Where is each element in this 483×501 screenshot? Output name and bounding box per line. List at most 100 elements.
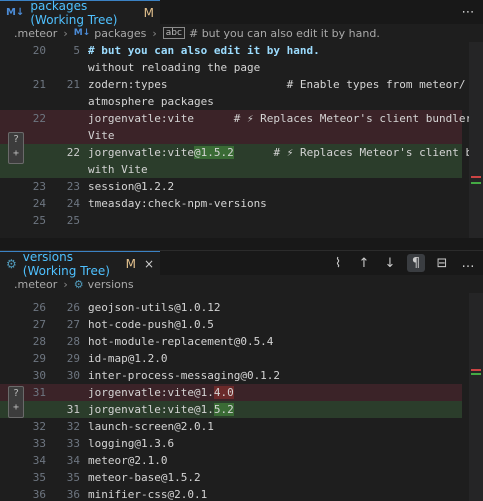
breadcrumb: .meteor › ⚙ versions (0, 275, 483, 293)
code-line[interactable]: 29 29 id-map@1.2.0 (0, 350, 462, 367)
modified-line-number: 27 (66, 318, 80, 331)
line-text: zodern:types # Enable types from meteor/ (88, 78, 466, 91)
revert-change-button[interactable]: ? + (8, 132, 24, 164)
modified-line-number: 21 (66, 78, 80, 91)
tab-packages[interactable]: M↓ packages (Working Tree) M (0, 0, 160, 27)
code-line[interactable]: 28 28 hot-module-replacement@0.5.4 (0, 333, 462, 350)
show-whitespace-icon[interactable]: ¶ (407, 254, 425, 272)
code-line[interactable]: 27 27 hot-code-push@1.0.5 (0, 316, 462, 333)
original-line-number: 31 (32, 386, 46, 399)
added-line[interactable]: with Vite (0, 161, 462, 178)
line-text: jorgenvatle:vite@1.5.2 # ⚡ Replaces Mete… (88, 146, 483, 159)
modified-line-number: 24 (66, 197, 80, 210)
breadcrumb-file[interactable]: versions (88, 278, 134, 291)
diff-editor-versions: ⚙ versions (Working Tree) M × ⌇ ↑ ↓ ¶ ⊟ … (0, 250, 483, 501)
modified-line-number: 25 (66, 214, 80, 227)
original-line-number: 35 (32, 471, 46, 484)
next-change-icon[interactable]: ↓ (381, 254, 399, 272)
tab-bar: M↓ packages (Working Tree) M ⋯ (0, 0, 483, 27)
line-text: jorgenvatle:vite@1.5.2 (88, 403, 234, 416)
removed-line[interactable]: 22 jorgenvatle:vite # ⚡ Replaces Meteor's… (0, 110, 483, 127)
line-text: tmeasday:check-npm-versions (88, 197, 267, 210)
tab-label: versions (Working Tree) (22, 250, 110, 278)
original-line-number: 28 (32, 335, 46, 348)
code-line[interactable]: 32 32 launch-screen@2.0.1 (0, 418, 462, 435)
line-text: jorgenvatle:vite@1.4.0 (88, 386, 234, 399)
tab-bar: ⚙ versions (Working Tree) M × ⌇ ↑ ↓ ¶ ⊟ … (0, 250, 483, 278)
original-line-number: 22 (32, 112, 46, 125)
modified-line-number: 29 (66, 352, 80, 365)
chevron-right-icon: › (63, 277, 68, 291)
line-text: meteor@2.1.0 (88, 454, 168, 467)
pane-divider[interactable] (0, 238, 483, 250)
code-line[interactable]: 35 35 meteor-base@1.5.2 (0, 469, 462, 486)
code-line[interactable]: 36 36 minifier-css@2.0.1 (0, 486, 462, 501)
removed-line[interactable]: 31 jorgenvatle:vite@1.4.0 (0, 384, 462, 401)
original-line-number: 26 (32, 301, 46, 314)
added-line[interactable]: 31 jorgenvatle:vite@1.5.2 (0, 401, 462, 418)
gear-icon: ⚙ (6, 256, 17, 271)
original-line-number: 32 (32, 420, 46, 433)
code-line[interactable]: 34 34 meteor@2.1.0 (0, 452, 462, 469)
line-text: logging@1.3.6 (88, 437, 175, 450)
code-line[interactable]: 25 25 (0, 212, 462, 229)
editor-actions: ⌇ ↑ ↓ ¶ ⊟ … (329, 251, 477, 275)
modified-line-number: 30 (66, 369, 80, 382)
code-line[interactable]: 20 5 # but you can also edit it by hand. (0, 42, 462, 59)
original-line-number: 34 (32, 454, 46, 467)
split-editor-icon[interactable]: ⊟ (433, 254, 451, 272)
changed-text-highlight: 4.0 (213, 386, 234, 399)
modified-line-number: 31 (66, 403, 80, 416)
markdown-file-icon: M↓ (73, 28, 91, 38)
revert-change-button[interactable]: ? + (8, 386, 24, 418)
line-text: hot-module-replacement@0.5.4 (88, 335, 274, 348)
breadcrumb: .meteor › M↓ packages › abc # but you ca… (0, 24, 483, 42)
more-actions-icon[interactable]: … (459, 254, 477, 272)
original-line-number: 23 (32, 180, 46, 193)
breadcrumb-folder[interactable]: .meteor (14, 278, 57, 291)
line-text: inter-process-messaging@0.1.2 (88, 369, 281, 382)
line-text: Vite (88, 129, 115, 142)
line-text: jorgenvatle:vite # ⚡ Replaces Meteor's c… (88, 112, 483, 125)
original-line-number: 30 (32, 369, 46, 382)
original-line-number: 21 (32, 78, 46, 91)
previous-change-icon[interactable]: ↑ (355, 254, 373, 272)
more-actions-icon[interactable]: ⋯ (459, 3, 477, 21)
scrollbar[interactable] (469, 293, 483, 501)
original-line-number: 33 (32, 437, 46, 450)
tab-label: packages (Working Tree) (30, 0, 118, 27)
code-line[interactable]: 21 21 zodern:types # Enable types from met… (0, 76, 466, 93)
breadcrumb-folder[interactable]: .meteor (14, 27, 57, 40)
code-line[interactable]: 30 30 inter-process-messaging@0.1.2 (0, 367, 462, 384)
code-line[interactable]: atmosphere packages (0, 93, 462, 110)
breadcrumb-symbol[interactable]: # but you can also edit it by hand. (189, 27, 380, 40)
code-line[interactable]: without reloading the page (0, 59, 462, 76)
code-line[interactable]: 33 33 logging@1.3.6 (0, 435, 462, 452)
code-line[interactable]: 23 23 session@1.2.2 (0, 178, 462, 195)
editor-actions: ⋯ (459, 0, 477, 24)
code-line[interactable]: 26 26 geojson-utils@1.0.12 (0, 299, 462, 316)
chevron-right-icon: › (152, 26, 157, 40)
line-text: hot-code-push@1.0.5 (88, 318, 214, 331)
removed-line[interactable]: Vite (0, 127, 462, 144)
modified-line-number: 28 (66, 335, 80, 348)
code-line[interactable]: 24 24 tmeasday:check-npm-versions (0, 195, 462, 212)
line-text: with Vite (88, 163, 148, 176)
close-icon[interactable]: × (144, 257, 154, 271)
added-line[interactable]: 22 jorgenvatle:vite@1.5.2 # ⚡ Replaces Me… (0, 144, 483, 161)
open-file-icon[interactable]: ⌇ (329, 254, 347, 272)
modified-line-number: 22 (66, 146, 80, 159)
markdown-file-icon: M↓ (6, 7, 25, 18)
modified-badge: M (143, 5, 154, 20)
original-line-number: 24 (32, 197, 46, 210)
line-text: launch-screen@2.0.1 (88, 420, 214, 433)
changed-text-highlight: 5.2 (213, 403, 234, 416)
breadcrumb-file[interactable]: packages (94, 27, 146, 40)
original-line-number: 27 (32, 318, 46, 331)
modified-line-number: 32 (66, 420, 80, 433)
original-line-number: 36 (32, 488, 46, 501)
tab-versions[interactable]: ⚙ versions (Working Tree) M × (0, 250, 160, 278)
scrollbar[interactable] (469, 42, 483, 238)
line-text: # but you can also edit it by hand. (88, 44, 320, 57)
line-text: id-map@1.2.0 (88, 352, 168, 365)
